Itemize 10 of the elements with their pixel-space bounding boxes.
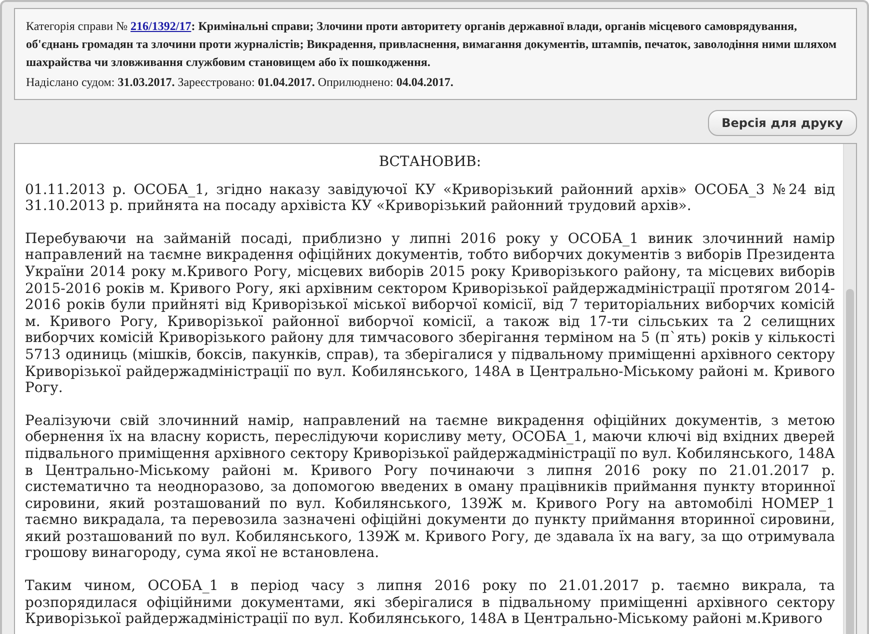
document-heading: ВСТАНОВИВ: xyxy=(378,154,482,171)
print-version-button[interactable]: Версія для друку xyxy=(708,110,857,136)
scrollbar[interactable] xyxy=(843,144,856,634)
document-paragraph: Реалізуючи свій злочинний намір, направлений на таємне викрадення офіційних документів, з метою обернення їх на власну користь, переслідуючи корисливу мету, ОСОБА_1, маючи ключі від вхідних дверей підвального приміщення архівного сектору Криворізької райдержадміністрації по вул. Кобилянського, 148А в Центрально-Міському районі м. Кривого Рогу починаючи з липня 2016 року по 21.01.2017 р. систематично та неодноразово, за допомогою введених в оману працівників приймання пункту вторинної сировини, який розташований по вул. Кобилянського, 139Ж м. Кривого Рогу на автомобілі НОМЕР_1 таємно викрадала, та перевозила зазначені офіційні документи до пункту приймання вторинної сировини, який розташований по вул. Кобилянського, 139Ж м. Кривого Рогу, де здавала їх на вагу, за що отримувала грошову винагороду, сума якої не встановлена. xyxy=(25,412,835,562)
document-paragraph: Таким чином, ОСОБА_1 в період часу з липня 2016 року по 21.01.2017 р. таємно викрала, та розпорядилася офіційними документами, які зберігалися в підвальному приміщенні архівного сектору Криворізької райдержадміністрації по вул. Кобилянського, 148А в Центрально-Міському районі м.Кривого xyxy=(25,578,835,628)
case-number-link[interactable]: 216/1392/17 xyxy=(130,19,192,33)
document-paragraph: 01.11.2013 р. ОСОБА_1, згідно наказу завідуючої КУ «Криворізький районний архів» ОСОБА_3 №24 від 31.10.2013 р. прийнята на посаду архівіста КУ «Криворізький районний трудовий архів». xyxy=(25,182,835,215)
case-category-text: Категорія справи № 216/1392/17: Кримінальні справи; Злочини проти авторитету органів державної влади, органів місцевого самоврядування, об'єднань громадян та злочини проти журналістів; Викрадення, привласнення, вимагання документів, штампів, печаток, заволодіння ними шляхом шахрайства чи зловживання службовим становищем або їх пошкодження. xyxy=(26,18,838,71)
case-dates-text: Надіслано судом: 31.03.2017. Зареєстровано: 01.04.2017. Оприлюднено: 04.04.2017. xyxy=(26,74,454,91)
document-paragraph: Перебуваючи на займаній посаді, приблизно у липні 2016 року у ОСОБА_1 виник злочинний намір направлений на таємне викрадення офіційних документів, тобто виборчих документів з виборів Президента України 2014 року м.Кривого Рогу, місцевих виборів 2015 року Криворізького району, та місцевих виборів 2015-2016 років м. Кривого Рогу, які архівним сектором Криворізької райдержадміністрації протягом 2014-2016 років були прийняті від Криворізької міської виборчої комісії, від 7 територіальних виборчих комісій м. Кривого Рогу, Криворізької районної виборчої комісії, а також від 17-ти сільських та 2 селищних виборчих комісій Криворізького району для тимчасового зберігання терміном на 5 (п`ять) років у кількості 5713 одиниць (мішків, боксів, пакунків, справ), та зберігалися у підвальному приміщенні архівного сектору Криворізької райдержадміністрації по вул. Кобилянського, 148А в Центрально-Міському районі м. Кривого Рогу. xyxy=(25,230,835,397)
